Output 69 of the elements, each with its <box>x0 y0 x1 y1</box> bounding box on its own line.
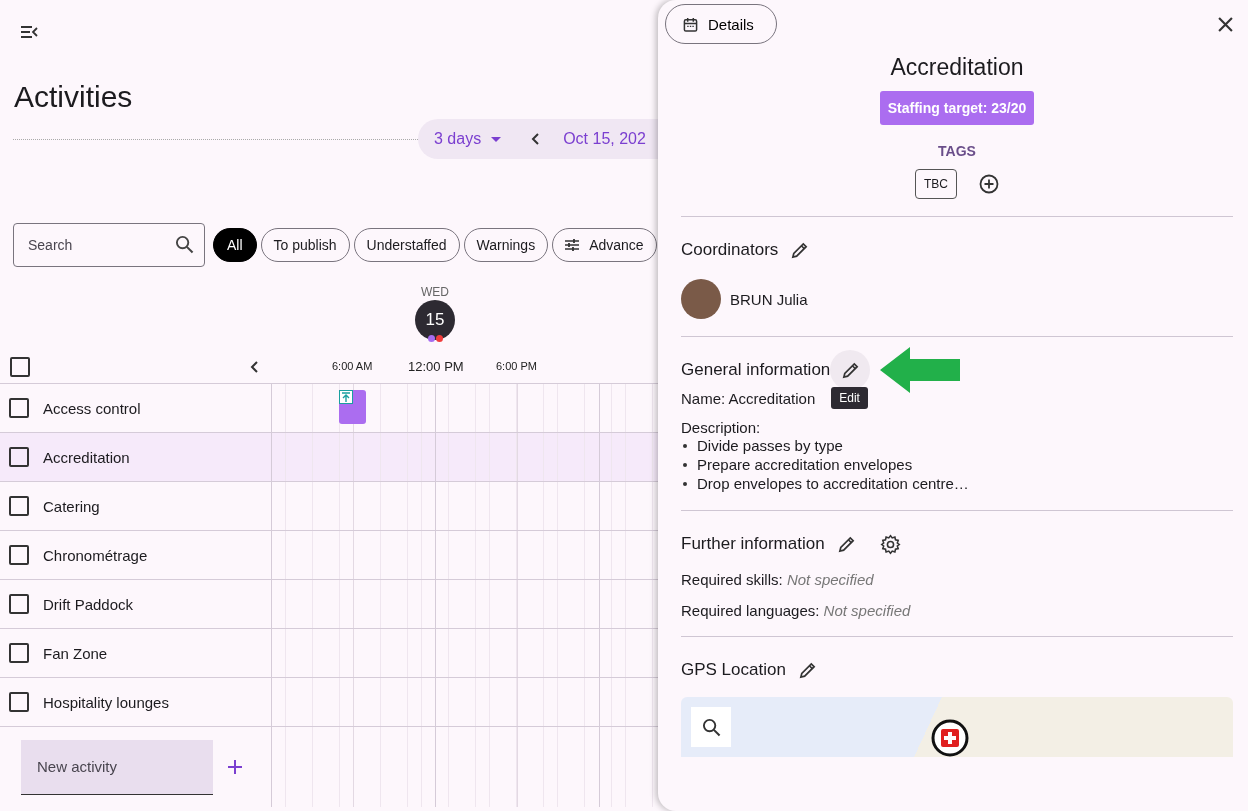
description-label: Description: <box>681 419 762 436</box>
row-checkbox[interactable] <box>9 496 29 516</box>
settings-icon[interactable] <box>879 533 901 555</box>
activity-row[interactable]: Accreditation <box>0 433 658 482</box>
close-icon[interactable] <box>1218 16 1233 32</box>
calendar-icon <box>683 16 698 32</box>
time-label: 6:00 PM <box>496 360 537 372</box>
description-item: Prepare accreditation envelopes <box>697 455 913 474</box>
weekday-label: WED <box>421 285 449 299</box>
activity-name: Catering <box>43 497 100 515</box>
activity-name: Access control <box>43 399 141 417</box>
section-heading: GPS Location <box>681 660 786 680</box>
activity-name: Accreditation <box>43 448 130 466</box>
edit-tooltip: Edit <box>831 387 868 409</box>
map-pin-icon <box>931 719 969 757</box>
edit-icon[interactable] <box>790 240 810 260</box>
row-checkbox[interactable] <box>9 447 29 467</box>
search-icon <box>175 235 194 254</box>
edit-button[interactable] <box>830 350 871 390</box>
description-item: Divide passes by type <box>697 436 843 455</box>
time-label: 12:00 PM <box>408 359 464 374</box>
bullet-icon <box>683 443 687 448</box>
chevron-left-icon[interactable] <box>250 360 258 373</box>
chevron-left-icon[interactable] <box>531 133 540 145</box>
collapse-menu-icon[interactable] <box>20 25 38 39</box>
date-button[interactable]: Oct 15, 202 <box>563 130 646 148</box>
search-icon <box>701 717 721 737</box>
row-checkbox[interactable] <box>9 594 29 614</box>
activity-name: Fan Zone <box>43 644 108 662</box>
edit-icon[interactable] <box>797 660 817 680</box>
search-field[interactable]: Search <box>13 223 205 267</box>
plus-icon[interactable] <box>227 759 243 775</box>
filter-chip[interactable]: All <box>213 228 257 262</box>
time-label: 6:00 AM <box>332 360 373 372</box>
row-checkbox[interactable] <box>9 692 29 712</box>
tags-label: TAGS <box>938 143 976 159</box>
activity-name: Chronométrage <box>43 546 148 564</box>
day-number[interactable]: 15 <box>415 300 455 340</box>
info-field: Required skills: Not specified <box>681 571 1233 588</box>
staffing-badge: Staffing target: 23/20 <box>879 91 1035 125</box>
upload-icon <box>339 390 353 404</box>
section-heading: Coordinators <box>681 240 779 260</box>
page-title: Activities <box>14 79 134 115</box>
section-heading: General information <box>681 360 831 380</box>
event-block[interactable] <box>339 390 366 424</box>
section-heading: Further information <box>681 534 825 554</box>
sliders-icon <box>565 239 580 251</box>
info-field: Required languages: Not specified <box>681 602 1233 619</box>
add-circle-icon[interactable] <box>979 174 999 194</box>
bullet-icon <box>683 462 687 467</box>
description-item: Drop envelopes to accreditation centre… <box>697 474 969 493</box>
row-checkbox[interactable] <box>9 398 29 418</box>
edit-icon[interactable] <box>836 534 856 554</box>
bullet-icon <box>683 481 687 486</box>
activity-name: Drift Paddock <box>43 595 134 613</box>
new-activity-field[interactable]: New activity <box>21 739 213 795</box>
map-search-button[interactable] <box>691 707 731 747</box>
view-dropdown[interactable]: 3 days <box>434 130 482 148</box>
activity-title: Accreditation <box>889 54 1025 81</box>
edit-icon <box>840 360 860 380</box>
row-checkbox[interactable] <box>9 545 29 565</box>
coordinator-name: BRUN Julia <box>730 290 808 308</box>
avatar-placeholder <box>681 279 721 319</box>
name-field: Name: Accreditation <box>681 389 816 407</box>
select-all-checkbox[interactable] <box>10 356 30 377</box>
row-checkbox[interactable] <box>9 643 29 663</box>
tag-chip[interactable]: TBC <box>915 169 957 199</box>
activity-name: Hospitality lounges <box>43 693 169 711</box>
caret-icon[interactable] <box>491 136 502 142</box>
